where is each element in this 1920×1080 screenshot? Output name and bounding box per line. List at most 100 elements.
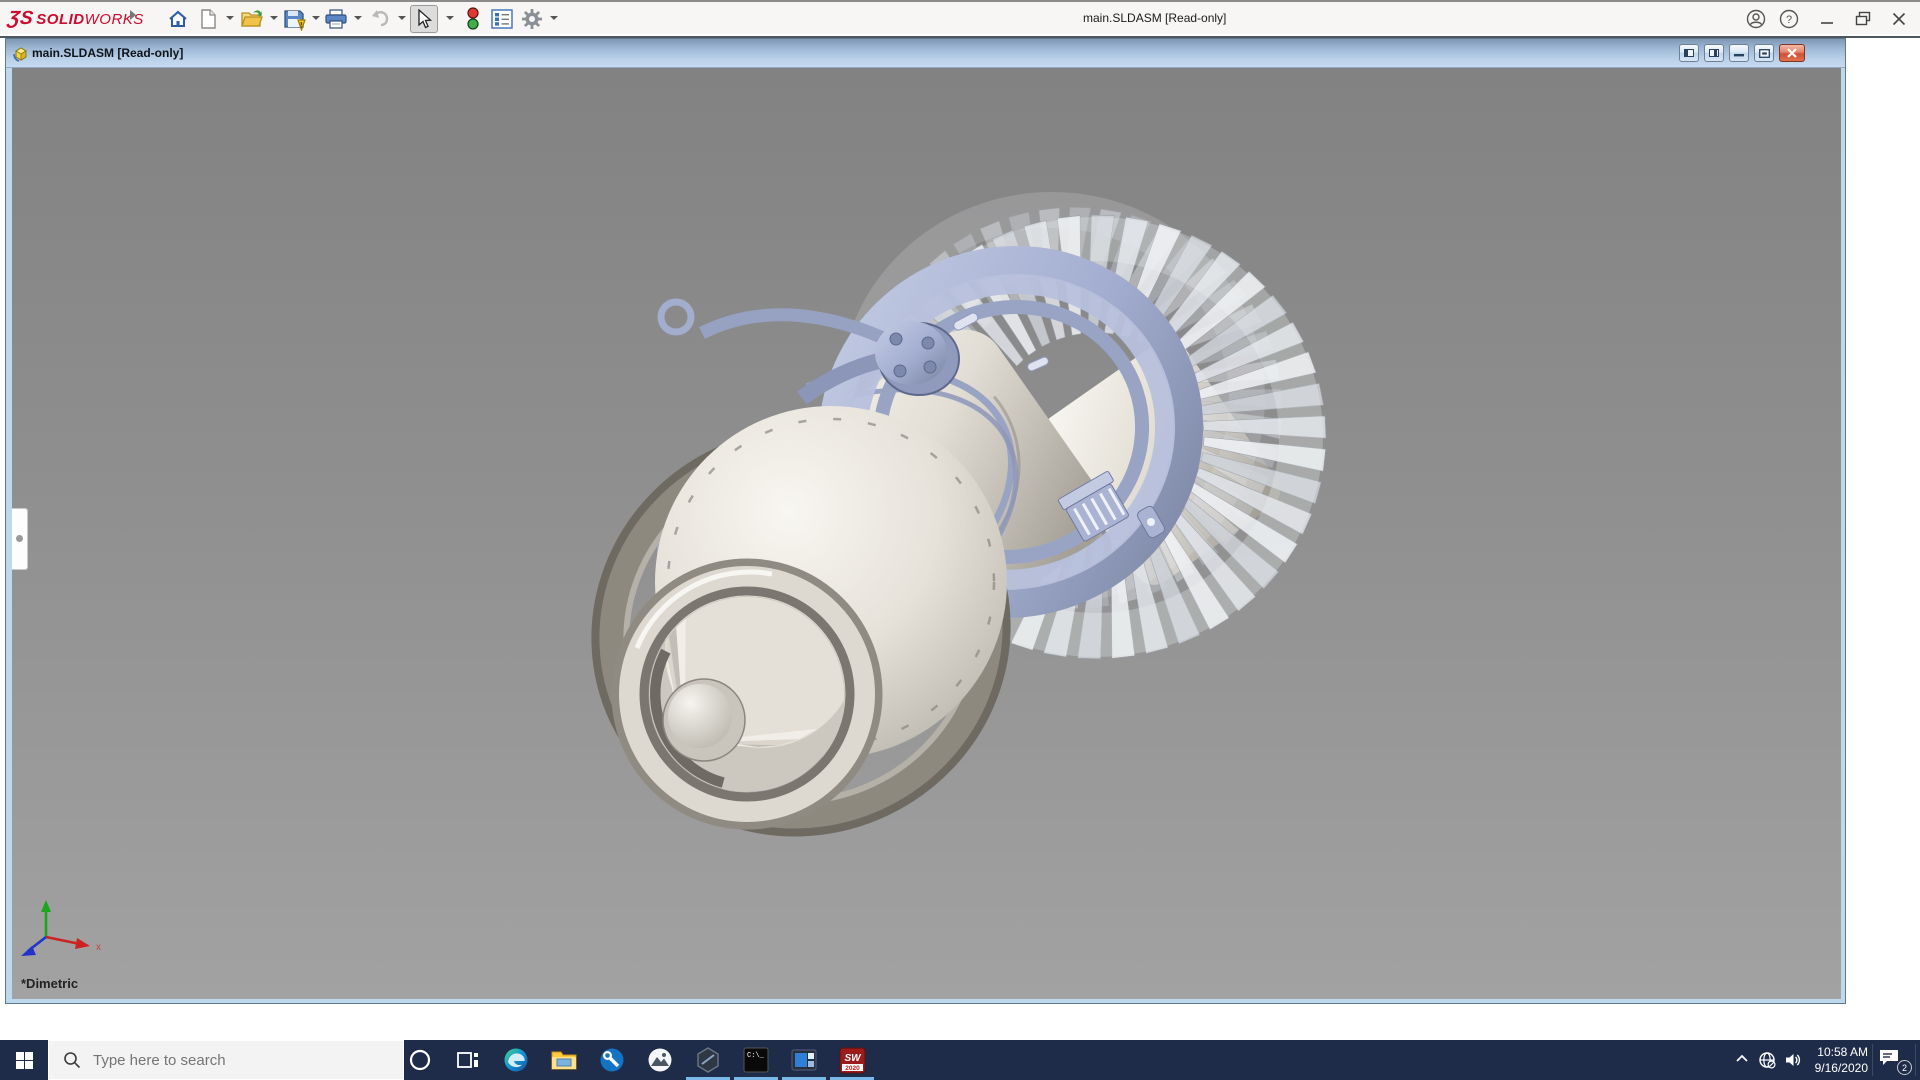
splitter-dot-icon (16, 535, 23, 542)
pane-left-button[interactable] (1679, 44, 1699, 62)
taskbar-edge[interactable] (492, 1040, 540, 1080)
undo-icon (372, 10, 389, 27)
print-icon (325, 9, 347, 29)
notification-center-button[interactable]: 2 (1878, 1048, 1912, 1075)
save-button[interactable] (280, 5, 308, 33)
tray-clock[interactable]: 10:58 AM 9/16/2020 (1815, 1044, 1868, 1076)
graphics-viewport[interactable]: x *Dimetric (12, 68, 1841, 999)
help-button[interactable]: ? (1778, 8, 1800, 30)
taskbar: C:\_ SW 2020 (0, 1040, 1920, 1080)
notification-icon (1880, 1050, 1898, 1065)
document-titlebar[interactable]: main.SLDASM [Read-only] (6, 39, 1845, 68)
tray-separator (1872, 1044, 1873, 1076)
chevron-up-icon (1736, 1054, 1748, 1062)
notification-badge: 2 (1897, 1060, 1912, 1075)
taskbar-file-explorer[interactable] (540, 1040, 588, 1080)
open-folder-icon (241, 10, 263, 27)
solidworks-logo: ƷS SOLID WORKS (6, 8, 144, 29)
taskbar-window-app[interactable] (780, 1040, 828, 1080)
svg-text:?: ? (1786, 14, 1792, 26)
print-dropdown[interactable] (354, 16, 362, 20)
svg-text:C:\_: C:\_ (747, 1052, 765, 1060)
save-dropdown[interactable] (312, 16, 320, 20)
design-checker-button[interactable] (459, 5, 487, 33)
doc-minimize-icon (1734, 54, 1744, 57)
taskbar-admin-tools[interactable] (588, 1040, 636, 1080)
document-title: main.SLDASM [Read-only] (32, 46, 184, 60)
reference-triad: x (21, 900, 101, 956)
mdi-area: main.SLDASM [Read-only] x *Dimetric (0, 36, 1920, 1040)
search-input[interactable] (93, 1051, 383, 1069)
new-document-dropdown[interactable] (226, 16, 234, 20)
undo-button[interactable] (366, 5, 394, 33)
toolbar-flyout-arrow[interactable] (130, 10, 136, 20)
taskbar-search[interactable] (48, 1040, 404, 1080)
home-icon (169, 10, 187, 27)
cortana-icon (409, 1049, 431, 1071)
select-tool-dropdown[interactable] (446, 16, 454, 20)
save-icon (284, 10, 306, 31)
tray-chevron-up[interactable] (1734, 1051, 1750, 1072)
pane-left-icon (1684, 49, 1694, 57)
taskbar-command-prompt[interactable]: C:\_ (732, 1040, 780, 1080)
taskbar-app-hexagon[interactable] (684, 1040, 732, 1080)
tray-time: 10:58 AM (1817, 1045, 1868, 1059)
taskbar-photos[interactable] (636, 1040, 684, 1080)
tray-date: 9/16/2020 (1814, 1061, 1868, 1075)
options-dropdown[interactable] (550, 16, 558, 20)
triad-x-label: x (96, 942, 101, 953)
svg-text:2020: 2020 (845, 1065, 860, 1072)
taskbar-cortana[interactable] (396, 1040, 444, 1080)
pane-right-button[interactable] (1704, 44, 1724, 62)
volume-icon (1786, 1054, 1801, 1066)
start-button[interactable] (0, 1040, 48, 1080)
app-titlebar: ƷS SOLID WORKS main.SLDASM [Read-only] ? (0, 0, 1920, 34)
minimize-button[interactable] (1816, 8, 1838, 30)
open-button[interactable] (238, 5, 266, 33)
close-icon (1892, 12, 1906, 26)
search-icon (64, 1052, 81, 1069)
windows-logo-icon (15, 1051, 33, 1069)
home-button[interactable] (164, 5, 192, 33)
print-button[interactable] (322, 5, 350, 33)
doc-minimize-button[interactable] (1729, 44, 1749, 62)
doc-restore-button[interactable] (1754, 44, 1774, 62)
doc-restore-icon (1758, 48, 1770, 58)
taskbar-solidworks[interactable]: SW 2020 (828, 1040, 876, 1080)
app-window-title: main.SLDASM [Read-only] (1083, 11, 1227, 25)
solidworks-2020-icon: SW 2020 (839, 1047, 865, 1073)
wrench-circle-icon (600, 1048, 624, 1072)
command-prompt-icon: C:\_ (743, 1047, 769, 1073)
options-button[interactable] (518, 5, 546, 33)
account-button[interactable] (1745, 8, 1767, 30)
task-view-icon (457, 1052, 478, 1068)
svg-text:SW: SW (844, 1053, 862, 1064)
view-orientation-label: *Dimetric (21, 976, 79, 991)
tray-volume[interactable] (1784, 1051, 1802, 1074)
open-dropdown[interactable] (270, 16, 278, 20)
select-tool-button[interactable] (410, 5, 438, 33)
traffic-light-icon (467, 7, 479, 30)
undo-dropdown[interactable] (398, 16, 406, 20)
restore-icon (1855, 11, 1871, 26)
show-desktop-edge[interactable] (1915, 1044, 1916, 1076)
lifting-eyelet (657, 298, 695, 336)
jet-engine-model[interactable] (12, 68, 1841, 999)
restore-button[interactable] (1852, 8, 1874, 30)
network-globe-offline-icon (1759, 1052, 1776, 1069)
close-button[interactable] (1888, 8, 1910, 30)
photos-icon (648, 1048, 672, 1072)
taskbar-task-view[interactable] (444, 1040, 492, 1080)
new-document-button[interactable] (194, 5, 222, 33)
evaluate-report-button[interactable] (488, 5, 516, 33)
document-window: main.SLDASM [Read-only] x *Dimetric (5, 38, 1846, 1004)
report-list-icon (491, 9, 513, 29)
edge-icon (504, 1048, 528, 1072)
window-app-icon (791, 1049, 817, 1071)
doc-close-button[interactable] (1779, 44, 1805, 62)
new-document-icon (201, 9, 216, 29)
tray-network[interactable] (1758, 1051, 1776, 1074)
feature-tree-splitter-tab[interactable] (12, 508, 28, 570)
minimize-icon (1821, 22, 1833, 24)
help-icon: ? (1779, 9, 1799, 29)
